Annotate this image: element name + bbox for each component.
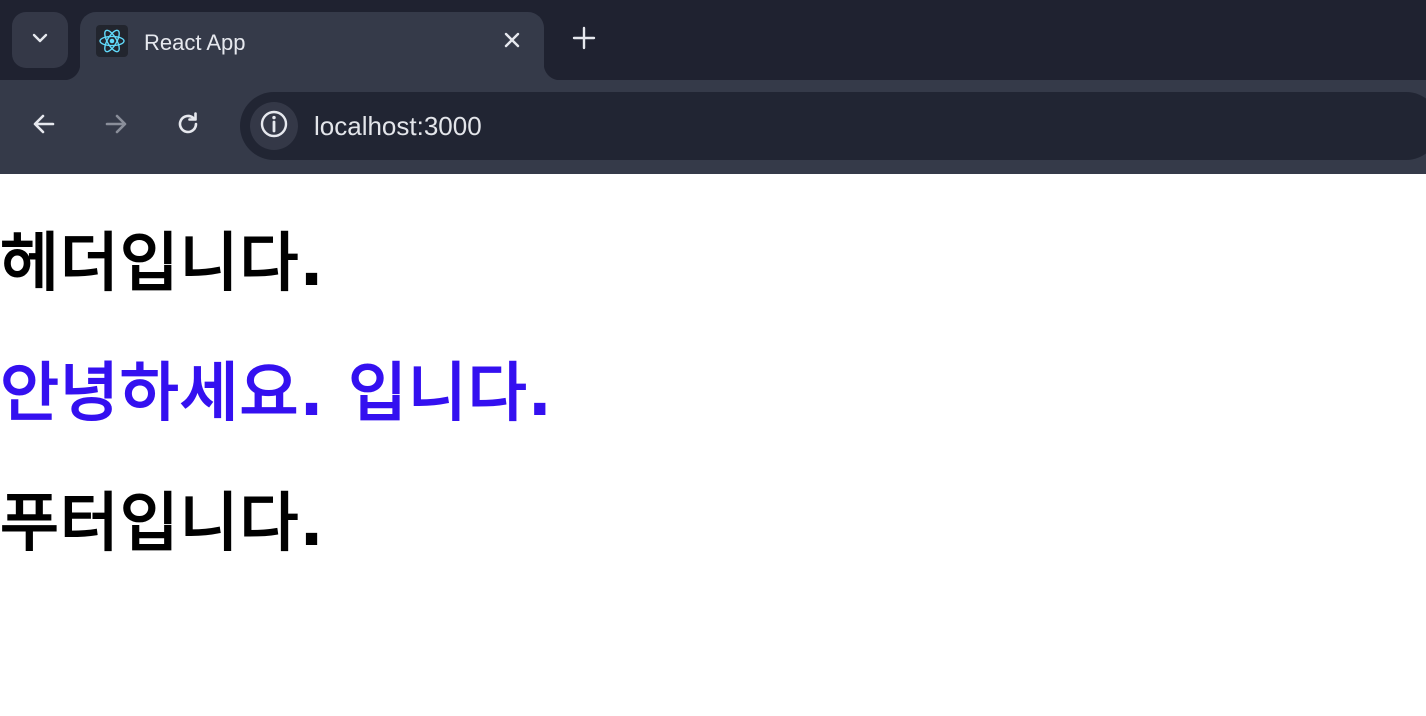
back-button[interactable] (24, 106, 64, 146)
tab-strip: React App (0, 0, 1426, 80)
greeting-heading: 안녕하세요. 입니다. (0, 357, 553, 431)
new-tab-button[interactable] (564, 20, 604, 60)
tab-close-button[interactable] (496, 26, 528, 58)
react-logo-icon (96, 25, 128, 57)
site-info-button[interactable] (250, 102, 298, 150)
address-bar[interactable]: localhost:3000 (240, 92, 1426, 160)
browser-window: React App localhost:3000 헤더입니다. 안녕하세요. 입… (0, 0, 1426, 716)
info-icon (259, 109, 289, 143)
tab-search-button[interactable] (12, 12, 68, 68)
chevron-down-icon (30, 28, 50, 52)
page-content: 헤더입니다. 안녕하세요. 입니다. 푸터입니다. (0, 174, 1426, 716)
reload-icon (174, 110, 202, 142)
forward-button[interactable] (96, 106, 136, 146)
tab-title: React App (144, 30, 246, 55)
url-text[interactable]: localhost:3000 (314, 111, 482, 142)
browser-toolbar: localhost:3000 (0, 80, 1426, 174)
reload-button[interactable] (168, 106, 208, 146)
header-heading: 헤더입니다. (0, 227, 325, 301)
arrow-right-icon (103, 111, 129, 141)
arrow-left-icon (31, 111, 57, 141)
close-icon (503, 31, 521, 53)
footer-heading: 푸터입니다. (0, 487, 325, 561)
plus-icon (572, 26, 596, 54)
tab-react-app[interactable]: React App (64, 12, 560, 80)
